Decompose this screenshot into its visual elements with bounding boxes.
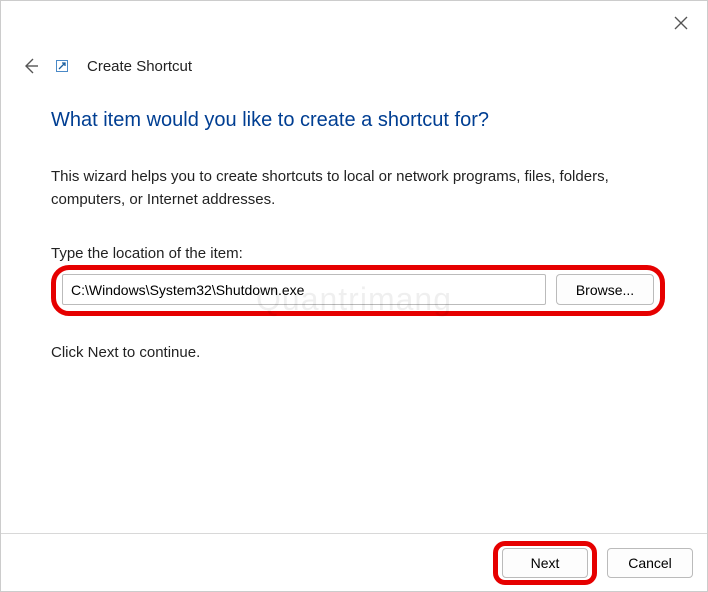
- next-button[interactable]: Next: [502, 548, 588, 578]
- wizard-description: This wizard helps you to create shortcut…: [51, 166, 665, 211]
- cancel-button[interactable]: Cancel: [607, 548, 693, 578]
- wizard-content: What item would you like to create a sho…: [51, 109, 665, 376]
- wizard-footer: Next Cancel: [1, 533, 707, 591]
- shortcut-icon: [55, 59, 69, 73]
- location-input[interactable]: [62, 274, 546, 305]
- wizard-header: Create Shortcut: [19, 55, 192, 77]
- page-heading: What item would you like to create a sho…: [51, 109, 665, 132]
- create-shortcut-wizard-window: Create Shortcut What item would you like…: [0, 0, 708, 592]
- browse-button[interactable]: Browse...: [556, 274, 654, 305]
- close-button[interactable]: [669, 11, 693, 35]
- arrow-left-icon: [21, 57, 39, 75]
- location-row-highlight: Browse...: [51, 265, 665, 316]
- location-label: Type the location of the item:: [51, 245, 665, 262]
- close-icon: [674, 16, 688, 30]
- continue-instruction: Click Next to continue.: [51, 344, 665, 361]
- next-button-highlight: Next: [493, 541, 597, 585]
- wizard-title: Create Shortcut: [87, 58, 192, 75]
- back-button[interactable]: [19, 55, 41, 77]
